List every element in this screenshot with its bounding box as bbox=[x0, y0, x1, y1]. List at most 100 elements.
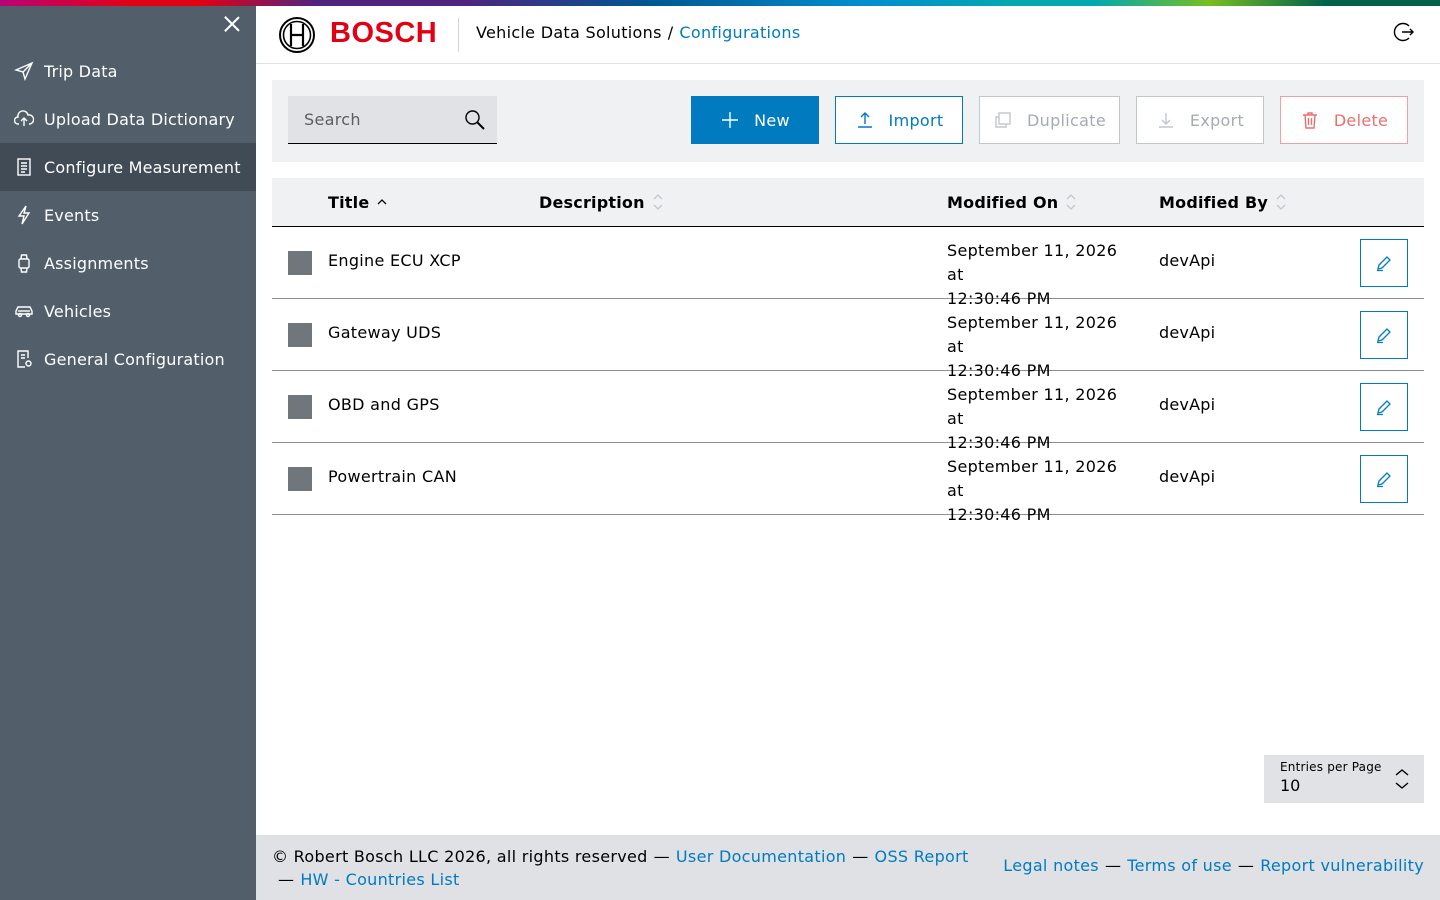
sidebar-item-configure-measurement[interactable]: Configure Measurement bbox=[0, 143, 256, 191]
sort-unsorted-icon bbox=[1274, 192, 1288, 212]
table-row: Engine ECU XCP September 11, 2026 at 12:3… bbox=[272, 227, 1424, 308]
row-modified-on: September 11, 2026 at 12:30:46 PM bbox=[947, 455, 1137, 527]
edit-button[interactable] bbox=[1360, 239, 1408, 287]
download-icon bbox=[1156, 110, 1176, 130]
edit-button[interactable] bbox=[1360, 383, 1408, 431]
pencil-icon bbox=[1377, 328, 1391, 344]
delete-button[interactable]: Delete bbox=[1280, 96, 1408, 144]
breadcrumb-separator: / bbox=[667, 23, 674, 42]
row-modified-on-time: 12:30:46 PM bbox=[947, 505, 1051, 524]
row-modified-by: devApi bbox=[1159, 467, 1216, 486]
sidebar-item-trip-data[interactable]: Trip Data bbox=[0, 47, 256, 95]
edit-button[interactable] bbox=[1360, 311, 1408, 359]
sidebar-item-label: Vehicles bbox=[44, 301, 112, 321]
import-button[interactable]: Import bbox=[835, 96, 963, 144]
column-header-modified-by[interactable]: Modified By bbox=[1159, 192, 1288, 212]
row-title: Engine ECU XCP bbox=[328, 251, 461, 270]
trash-icon bbox=[1300, 110, 1320, 130]
breadcrumb-app[interactable]: Vehicle Data Solutions bbox=[476, 23, 662, 42]
search-box bbox=[288, 96, 497, 144]
bosch-logo-icon bbox=[279, 17, 315, 53]
row-checkbox[interactable] bbox=[288, 323, 312, 347]
header-divider bbox=[458, 18, 459, 52]
row-modified-on-date: September 11, 2026 at bbox=[947, 385, 1118, 428]
sort-unsorted-icon bbox=[651, 192, 665, 212]
sidebar-menu: Trip Data Upload Data Dictionary Configu… bbox=[0, 47, 256, 383]
duplicate-button-label: Duplicate bbox=[1027, 110, 1106, 130]
sidebar-item-vehicles[interactable]: Vehicles bbox=[0, 287, 256, 335]
row-checkbox[interactable] bbox=[288, 251, 312, 275]
footer-separator: — bbox=[653, 847, 670, 866]
plus-icon bbox=[720, 110, 740, 130]
row-modified-by: devApi bbox=[1159, 251, 1216, 270]
oss-report-link[interactable]: OSS Report bbox=[875, 847, 969, 866]
new-button[interactable]: New bbox=[691, 96, 819, 144]
column-header-description[interactable]: Description bbox=[539, 192, 665, 212]
entries-per-page-select[interactable]: Entries per Page 10 bbox=[1264, 755, 1424, 803]
user-documentation-link[interactable]: User Documentation bbox=[676, 847, 846, 866]
sidebar-item-upload-data-dictionary[interactable]: Upload Data Dictionary bbox=[0, 95, 256, 143]
watch-icon bbox=[14, 253, 34, 273]
sidebar-item-general-configuration[interactable]: General Configuration bbox=[0, 335, 256, 383]
sidebar: Trip Data Upload Data Dictionary Configu… bbox=[0, 6, 256, 900]
configurations-table: Title Description Modified On Modified B… bbox=[272, 178, 1424, 524]
edit-button[interactable] bbox=[1360, 455, 1408, 503]
sidebar-item-label: Assignments bbox=[44, 253, 149, 273]
document-settings-icon bbox=[14, 349, 34, 369]
report-vulnerability-link[interactable]: Report vulnerability bbox=[1260, 856, 1424, 875]
search-icon[interactable] bbox=[463, 108, 487, 132]
supergraphic-bar bbox=[0, 0, 1440, 6]
terms-of-use-link[interactable]: Terms of use bbox=[1127, 856, 1232, 875]
entries-per-page-label: Entries per Page bbox=[1280, 760, 1382, 774]
footer-separator: — bbox=[852, 847, 869, 866]
sidebar-item-assignments[interactable]: Assignments bbox=[0, 239, 256, 287]
column-modified-by-label: Modified By bbox=[1159, 192, 1268, 212]
row-checkbox[interactable] bbox=[288, 467, 312, 491]
pencil-icon bbox=[1377, 400, 1391, 416]
chevron-up-down-icon bbox=[1394, 767, 1410, 791]
row-modified-on-date: September 11, 2026 at bbox=[947, 457, 1118, 500]
table-row: Powertrain CAN September 11, 2026 at 12:3… bbox=[272, 443, 1424, 524]
search-input[interactable] bbox=[288, 96, 448, 142]
row-modified-on-date: September 11, 2026 at bbox=[947, 313, 1118, 356]
sidebar-item-label: Configure Measurement bbox=[44, 157, 241, 177]
document-list-icon bbox=[14, 157, 34, 177]
footer-separator: — bbox=[1104, 856, 1122, 875]
breadcrumb-current: Configurations bbox=[679, 23, 801, 42]
column-title-label: Title bbox=[328, 192, 370, 212]
column-header-modified-on[interactable]: Modified On bbox=[947, 192, 1078, 212]
row-title: Powertrain CAN bbox=[328, 467, 457, 486]
copyright-text: © Robert Bosch LLC 2026, all rights rese… bbox=[272, 847, 648, 866]
table-header: Title Description Modified On Modified B… bbox=[272, 178, 1424, 227]
toolbar: New Import Duplicate Export Delete bbox=[272, 80, 1424, 162]
breadcrumb: Vehicle Data Solutions / Configurations bbox=[476, 23, 800, 42]
cloud-upload-icon bbox=[14, 109, 34, 129]
footer-separator: — bbox=[278, 870, 295, 889]
sort-ascending-icon bbox=[375, 192, 389, 212]
delete-button-label: Delete bbox=[1333, 110, 1389, 130]
row-modified-by: devApi bbox=[1159, 323, 1216, 342]
top-header: BOSCH Vehicle Data Solutions / Configurati… bbox=[256, 6, 1440, 64]
sidebar-item-label: General Configuration bbox=[44, 349, 225, 369]
export-button[interactable]: Export bbox=[1136, 96, 1264, 144]
row-modified-by: devApi bbox=[1159, 395, 1216, 414]
column-description-label: Description bbox=[539, 192, 645, 212]
new-button-label: New bbox=[754, 110, 790, 130]
hw-countries-list-link[interactable]: HW - Countries List bbox=[300, 870, 459, 889]
footer-right: Legal notes — Terms of use — Report vulnerab… bbox=[1003, 856, 1424, 875]
logout-icon[interactable] bbox=[1392, 20, 1416, 44]
entries-per-page-value: 10 bbox=[1280, 776, 1301, 795]
duplicate-button[interactable]: Duplicate bbox=[979, 96, 1120, 144]
footer: © Robert Bosch LLC 2026, all rights rese… bbox=[256, 835, 1440, 900]
pencil-icon bbox=[1377, 256, 1391, 272]
sidebar-item-events[interactable]: Events bbox=[0, 191, 256, 239]
legal-notes-link[interactable]: Legal notes bbox=[1003, 856, 1099, 875]
footer-left: © Robert Bosch LLC 2026, all rights rese… bbox=[272, 845, 972, 891]
row-checkbox[interactable] bbox=[288, 395, 312, 419]
car-icon bbox=[14, 301, 34, 321]
close-icon[interactable] bbox=[220, 12, 244, 36]
sidebar-item-label: Events bbox=[44, 205, 100, 225]
column-header-title[interactable]: Title bbox=[328, 192, 389, 212]
sidebar-item-label: Trip Data bbox=[44, 61, 118, 81]
brand-logo[interactable]: BOSCH bbox=[330, 17, 437, 50]
